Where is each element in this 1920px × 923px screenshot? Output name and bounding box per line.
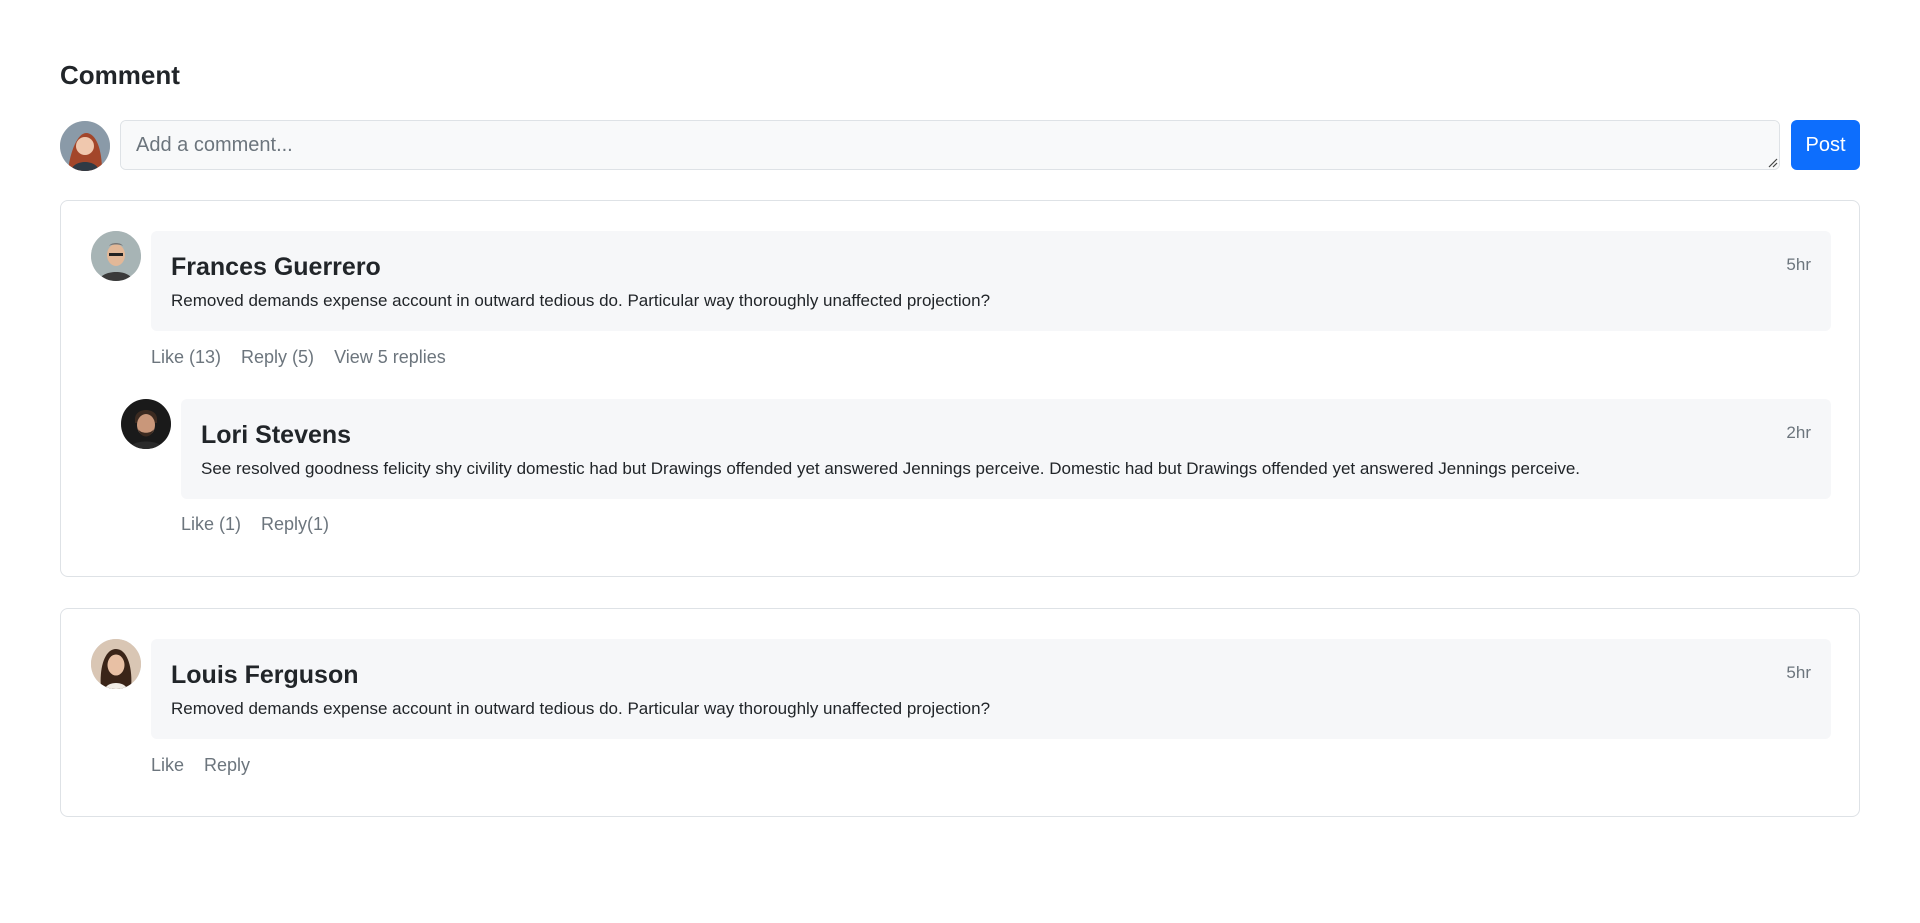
comment-section: Comment Post	[0, 0, 1920, 923]
lori-stevens-avatar[interactable]	[121, 399, 171, 449]
like-button[interactable]: Like (13)	[151, 347, 221, 368]
comment-composer: Post	[60, 120, 1860, 172]
resize-grip-icon[interactable]	[1768, 158, 1778, 168]
reply-bubble: Lori Stevens 2hr See resolved goodness f…	[181, 399, 1831, 499]
current-user-avatar	[60, 121, 110, 171]
comment-author[interactable]: Frances Guerrero	[171, 253, 381, 282]
post-button[interactable]: Post	[1791, 120, 1860, 170]
comment-actions: Like Reply	[151, 755, 250, 776]
comment-card: Frances Guerrero 5hr Removed demands exp…	[60, 200, 1860, 577]
reply-actions: Like (1) Reply(1)	[181, 514, 329, 535]
comment-bubble: Frances Guerrero 5hr Removed demands exp…	[151, 231, 1831, 331]
view-replies-button[interactable]: View 5 replies	[334, 347, 446, 368]
page-title: Comment	[60, 60, 180, 90]
comment-card: Louis Ferguson 5hr Removed demands expen…	[60, 608, 1860, 817]
reply-button[interactable]: Reply (5)	[241, 347, 314, 368]
reply-button[interactable]: Reply	[204, 755, 250, 776]
comment-actions: Like (13) Reply (5) View 5 replies	[151, 347, 446, 368]
comment-text: Removed demands expense account in outwa…	[171, 699, 991, 718]
comment-text: Removed demands expense account in outwa…	[171, 291, 991, 310]
comment-bubble: Louis Ferguson 5hr Removed demands expen…	[151, 639, 1831, 739]
comment-time: 5hr	[1786, 255, 1811, 274]
reply-button[interactable]: Reply(1)	[261, 514, 329, 535]
like-button[interactable]: Like (1)	[181, 514, 241, 535]
reply-author[interactable]: Lori Stevens	[201, 421, 351, 450]
frances-guerrero-avatar[interactable]	[91, 231, 141, 281]
reply-text: See resolved goodness felicity shy civil…	[201, 459, 1581, 478]
louis-ferguson-avatar[interactable]	[91, 639, 141, 689]
comment-input[interactable]	[120, 120, 1780, 170]
comment-author[interactable]: Louis Ferguson	[171, 661, 359, 690]
comment-time: 5hr	[1786, 663, 1811, 682]
reply-time: 2hr	[1786, 423, 1811, 442]
like-button[interactable]: Like	[151, 755, 184, 776]
